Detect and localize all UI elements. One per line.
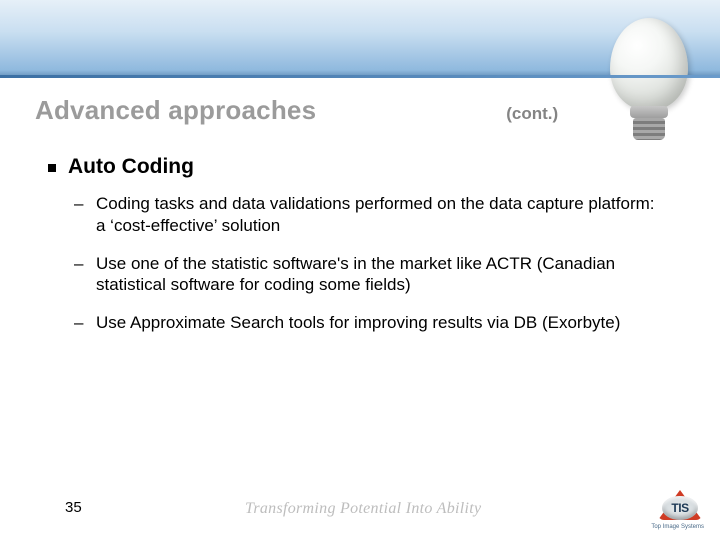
list-item: Use one of the statistic software's in t…: [96, 253, 658, 297]
bullet-list: Coding tasks and data validations perfor…: [68, 193, 658, 334]
page-number: 35: [65, 499, 82, 516]
list-item: Coding tasks and data validations perfor…: [96, 193, 658, 237]
lightbulb-image: [578, 0, 698, 150]
logo-subtext: Top Image Systems: [651, 524, 704, 530]
slide-continuation: (cont.): [506, 104, 558, 124]
content-area: Auto Coding Coding tasks and data valida…: [68, 155, 658, 350]
logo-text: TIS: [662, 496, 698, 520]
slide-title: Advanced approaches: [35, 95, 316, 126]
logo-badge: TIS Top Image Systems: [658, 488, 702, 526]
title-row: Advanced approaches (cont.): [35, 95, 685, 126]
footer-logo: TIS Top Image Systems: [658, 488, 702, 526]
header-banner: [0, 0, 720, 78]
list-item: Use Approximate Search tools for improvi…: [96, 312, 658, 334]
footer-tagline: Transforming Potential Into Ability: [245, 500, 481, 518]
section-heading: Auto Coding: [68, 155, 658, 179]
